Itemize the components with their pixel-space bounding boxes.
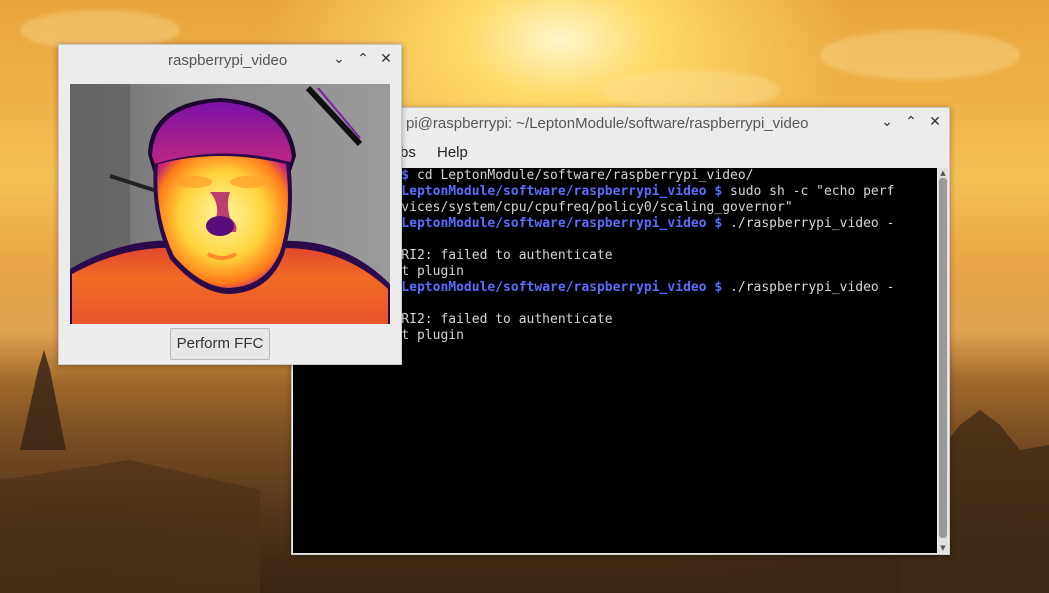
terminal-text: g: DRI2: failed to authenticate bbox=[370, 248, 613, 263]
terminal-line: g: DRI2: failed to authenticate bbox=[370, 312, 613, 328]
terminal-scrollbar[interactable]: ▲ ▼ bbox=[938, 168, 948, 553]
terminal-line: g: DRI2: failed to authenticate bbox=[370, 248, 613, 264]
chevron-down-icon[interactable]: ⌄ bbox=[878, 113, 896, 131]
terminal-text: ./raspberrypi_video - bbox=[730, 216, 895, 231]
terminal-text: $ bbox=[706, 184, 731, 199]
terminal-line: i:~/LeptonModule/software/raspberrypi_vi… bbox=[370, 184, 894, 200]
perform-ffc-button[interactable]: Perform FFC bbox=[170, 328, 270, 360]
terminal-text: $ bbox=[706, 280, 731, 295]
terminal-line: i:~ $ cd LeptonModule/software/raspberry… bbox=[370, 168, 754, 184]
terminal-text: sudo sh -c "echo perf bbox=[730, 184, 895, 199]
terminal-line: s/devices/system/cpu/cpufreq/policy0/sca… bbox=[370, 200, 793, 216]
terminal-line: i:~/LeptonModule/software/raspberrypi_vi… bbox=[370, 216, 894, 232]
window-title: pi@raspberrypi: ~/LeptonModule/software/… bbox=[406, 115, 809, 132]
terminal-text: ~/LeptonModule/software/raspberrypi_vide… bbox=[385, 280, 707, 295]
terminal-text: $ bbox=[706, 216, 731, 231]
terminal-text: ~/LeptonModule/software/raspberrypi_vide… bbox=[385, 216, 707, 231]
video-window[interactable]: raspberrypi_video ⌄ ⌃ ✕ Perform FFC bbox=[58, 44, 402, 365]
terminal-text: s/devices/system/cpu/cpufreq/policy0/sca… bbox=[370, 200, 793, 215]
window-title: raspberrypi_video bbox=[168, 52, 288, 69]
menu-tabs[interactable]: bs bbox=[400, 144, 416, 161]
thermal-video-frame bbox=[70, 84, 390, 324]
scroll-down-icon[interactable]: ▼ bbox=[938, 543, 948, 553]
chevron-up-icon[interactable]: ⌃ bbox=[354, 50, 372, 68]
menu-help[interactable]: Help bbox=[437, 144, 468, 161]
terminal-text: cd LeptonModule/software/raspberrypi_vid… bbox=[416, 168, 754, 183]
terminal-text: g: DRI2: failed to authenticate bbox=[370, 312, 613, 327]
chevron-up-icon[interactable]: ⌃ bbox=[902, 113, 920, 131]
scroll-up-icon[interactable]: ▲ bbox=[938, 168, 948, 178]
terminal-line: i:~/LeptonModule/software/raspberrypi_vi… bbox=[370, 280, 894, 296]
terminal-text: ./raspberrypi_video - bbox=[730, 280, 895, 295]
close-icon[interactable]: ✕ bbox=[377, 50, 395, 68]
chevron-down-icon[interactable]: ⌄ bbox=[330, 50, 348, 68]
terminal-text: ~/LeptonModule/software/raspberrypi_vide… bbox=[385, 184, 707, 199]
video-titlebar[interactable]: raspberrypi_video ⌄ ⌃ ✕ bbox=[59, 45, 401, 75]
scrollbar-thumb[interactable] bbox=[939, 178, 947, 538]
close-icon[interactable]: ✕ bbox=[926, 113, 944, 131]
